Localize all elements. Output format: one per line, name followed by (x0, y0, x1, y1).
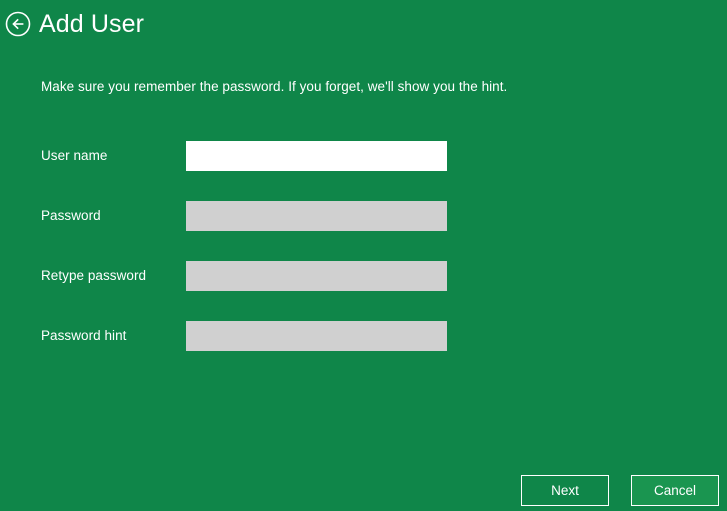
dialog-footer: Next Cancel (0, 475, 727, 511)
form-row-user-name: User name (0, 141, 727, 201)
back-arrow-circle-icon (5, 11, 31, 37)
label-password: Password (41, 208, 101, 223)
label-retype-password: Retype password (41, 268, 147, 283)
form-row-retype-password: Retype password (0, 261, 727, 321)
add-user-dialog: Add User Make sure you remember the pass… (0, 0, 727, 511)
dialog-header: Add User (0, 0, 727, 52)
form-row-password: Password (0, 201, 727, 261)
retype-password-input[interactable] (186, 261, 447, 291)
next-button[interactable]: Next (521, 475, 609, 506)
back-button[interactable] (5, 11, 31, 37)
page-title: Add User (39, 10, 145, 38)
password-input[interactable] (186, 201, 447, 231)
user-name-input[interactable] (186, 141, 447, 171)
password-hint-input[interactable] (186, 321, 447, 351)
add-user-form: User name Password Retype password Passw… (0, 141, 727, 381)
cancel-button[interactable]: Cancel (631, 475, 719, 506)
label-password-hint: Password hint (41, 328, 127, 343)
form-row-password-hint: Password hint (0, 321, 727, 381)
instruction-text: Make sure you remember the password. If … (41, 79, 508, 94)
label-user-name: User name (41, 148, 108, 163)
